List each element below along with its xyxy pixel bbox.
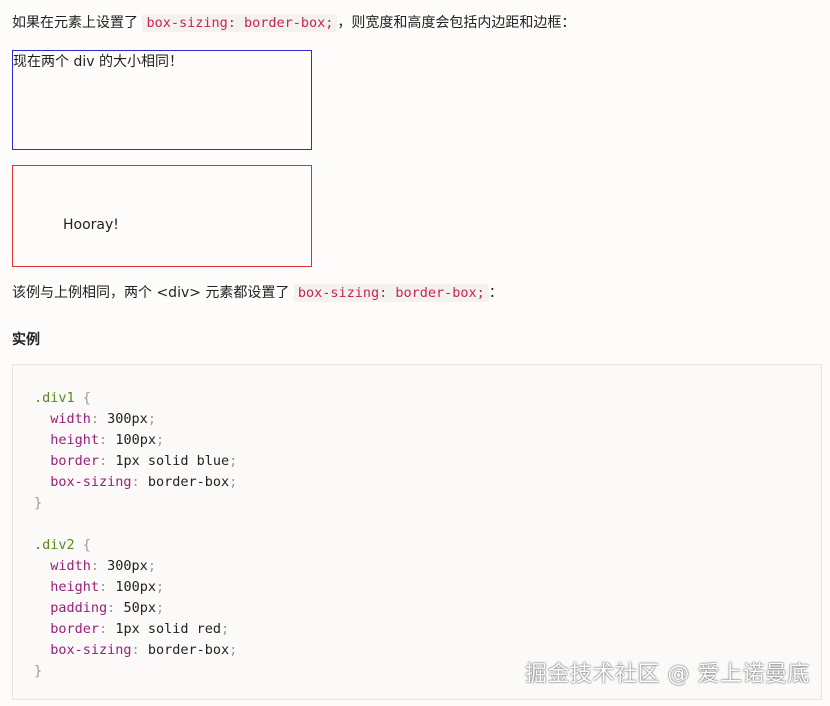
code-selector: .div2 [34, 537, 75, 553]
code-selector: .div1 [34, 390, 75, 406]
code-semicolon: ; [155, 432, 165, 448]
demo-div2-text: Hooray! [63, 217, 119, 233]
code-property: box-sizing [50, 474, 132, 490]
note-inline-code: box-sizing: border-box; [293, 284, 489, 302]
code-colon: : [99, 621, 116, 637]
code-colon: : [90, 558, 108, 574]
demo-div1-text: 现在两个 div 的大小相同！ [13, 54, 183, 70]
code-value: 1px solid blue [115, 453, 230, 469]
code-colon: : [90, 411, 108, 427]
code-value: 100px [115, 432, 156, 448]
intro-text-before: 如果在元素上设置了 [12, 15, 143, 31]
code-semicolon: ; [229, 453, 238, 469]
code-colon: : [99, 579, 116, 595]
code-content: .div1 { width: 300px; height: 100px; bor… [34, 388, 237, 682]
code-value: 100px [115, 579, 156, 595]
code-colon: : [131, 642, 148, 658]
code-value: 300px [107, 558, 148, 574]
code-colon: : [99, 453, 116, 469]
code-semicolon: ; [147, 558, 156, 574]
intro-paragraph: 如果在元素上设置了 box-sizing: border-box; ，则宽度和高度… [12, 13, 575, 33]
intro-inline-code: box-sizing: border-box; [142, 14, 338, 32]
code-block[interactable]: .div1 { width: 300px; height: 100px; bor… [12, 364, 822, 700]
code-semicolon: ; [229, 642, 238, 658]
note-paragraph: 该例与上例相同，两个 <div> 元素都设置了 box-sizing: bord… [12, 283, 503, 303]
demo-div1: 现在两个 div 的大小相同！ [12, 50, 312, 150]
code-property: padding [50, 600, 108, 616]
code-brace-open: { [74, 537, 91, 553]
code-property: height [50, 579, 100, 595]
code-value: border-box [147, 474, 230, 490]
code-brace-close: } [34, 663, 43, 679]
code-semicolon: ; [220, 621, 230, 637]
code-semicolon: ; [155, 600, 165, 616]
code-brace-close: } [34, 495, 43, 511]
code-value: border-box [147, 642, 230, 658]
code-property: border [50, 621, 100, 637]
code-colon: : [131, 474, 148, 490]
watermark: 掘金技术社区 @ 爱上诺曼底 [525, 662, 810, 687]
demo-div2: Hooray! [12, 165, 312, 267]
code-property: border [50, 453, 100, 469]
code-property: height [50, 432, 100, 448]
code-brace-open: { [74, 390, 91, 406]
code-colon: : [107, 600, 124, 616]
code-semicolon: ; [155, 579, 165, 595]
code-colon: : [99, 432, 116, 448]
code-property: width [50, 558, 91, 574]
code-property: box-sizing [50, 642, 132, 658]
code-value: 1px solid red [115, 621, 221, 637]
code-value: 50px [123, 600, 156, 616]
note-text-after: ： [488, 285, 503, 301]
code-property: width [50, 411, 91, 427]
code-semicolon: ; [147, 411, 156, 427]
code-semicolon: ; [229, 474, 238, 490]
note-text-before: 该例与上例相同，两个 <div> 元素都设置了 [12, 285, 294, 301]
code-value: 300px [107, 411, 148, 427]
intro-text-after: ，则宽度和高度会包括内边距和边框： [337, 15, 576, 31]
example-heading: 实例 [12, 332, 40, 348]
